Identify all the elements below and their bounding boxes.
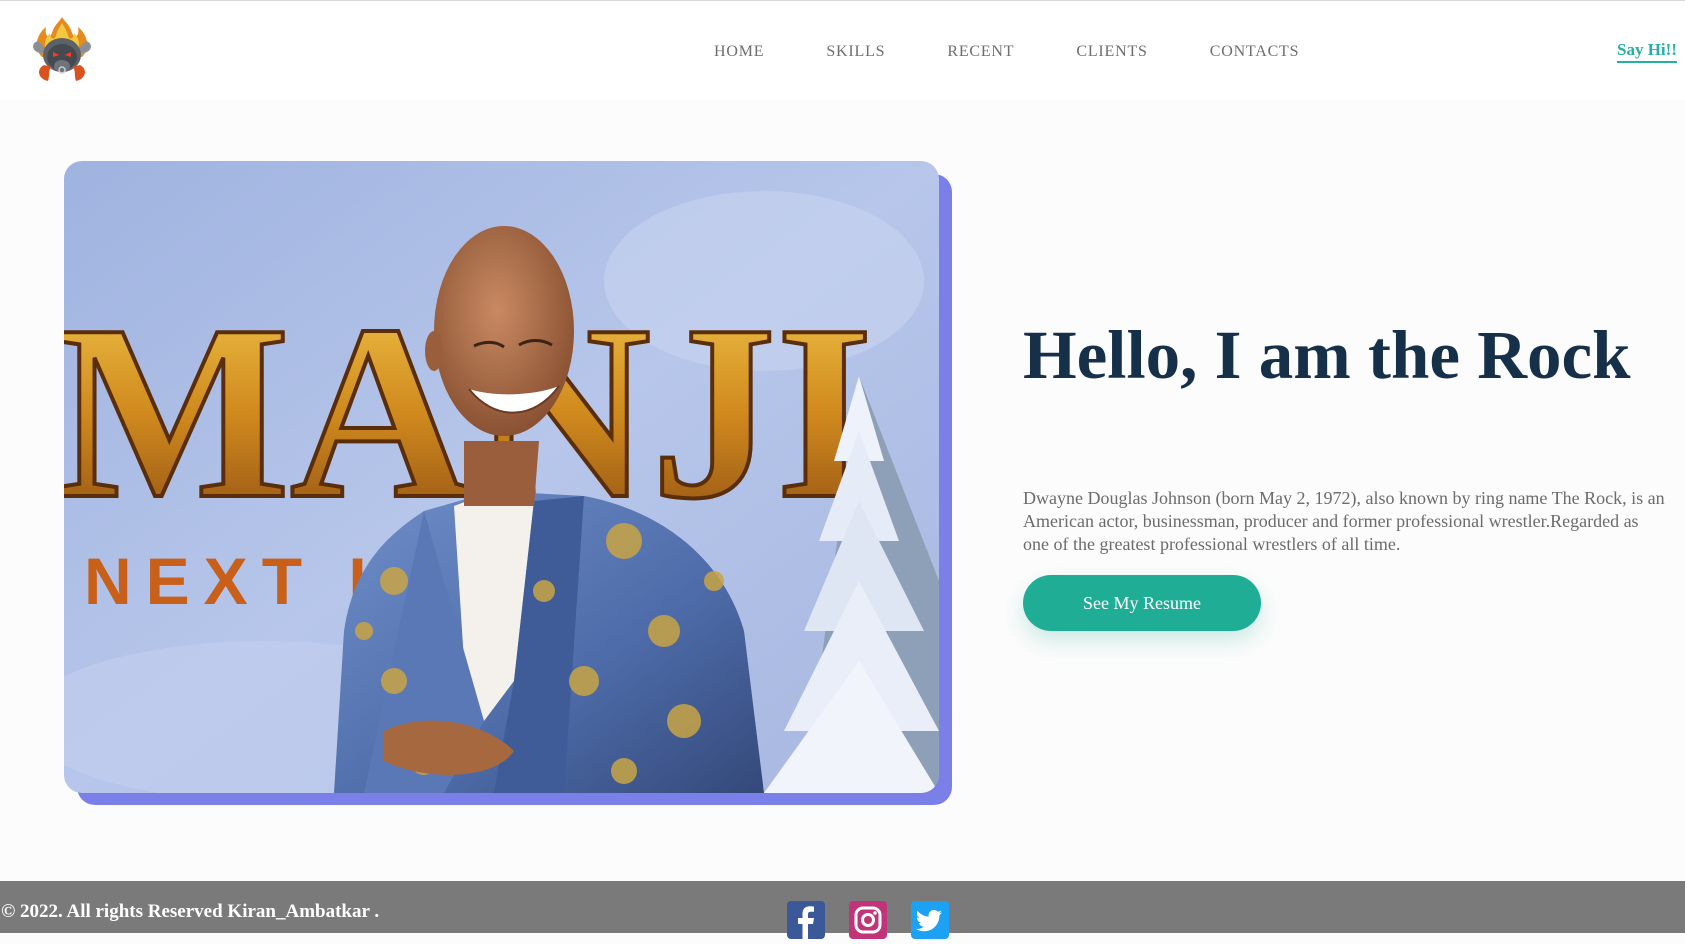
twitter-icon[interactable] bbox=[911, 901, 949, 939]
hero-image-frame: MANJI NEXT LEV bbox=[64, 161, 952, 805]
hero-image: MANJI NEXT LEV bbox=[64, 161, 939, 793]
flaming-bull-skull-logo-icon[interactable] bbox=[28, 17, 96, 83]
facebook-icon[interactable] bbox=[787, 901, 825, 939]
nav-contacts-link[interactable]: CONTACTS bbox=[1210, 43, 1300, 61]
nav-clients-link[interactable]: CLIENTS bbox=[1076, 43, 1147, 61]
main-nav: HOME SKILLS RECENT CLIENTS CONTACTS bbox=[714, 43, 1299, 61]
site-header: HOME SKILLS RECENT CLIENTS CONTACTS Say … bbox=[0, 0, 1685, 100]
nav-recent-link[interactable]: RECENT bbox=[947, 43, 1014, 61]
nav-skills-link[interactable]: SKILLS bbox=[826, 43, 885, 61]
site-footer: t © 2022. All rights Reserved Kiran_Amba… bbox=[0, 881, 1685, 939]
nav-home-link[interactable]: HOME bbox=[714, 43, 764, 61]
hero-description: Dwayne Douglas Johnson (born May 2, 1972… bbox=[1023, 488, 1665, 554]
hero-title: Hello, I am the Rock bbox=[1023, 317, 1631, 393]
say-hi-link[interactable]: Say Hi!! bbox=[1617, 40, 1677, 63]
instagram-icon[interactable] bbox=[849, 901, 887, 939]
copyright-text: t © 2022. All rights Reserved Kiran_Amba… bbox=[0, 901, 380, 922]
see-resume-button[interactable]: See My Resume bbox=[1023, 575, 1261, 631]
